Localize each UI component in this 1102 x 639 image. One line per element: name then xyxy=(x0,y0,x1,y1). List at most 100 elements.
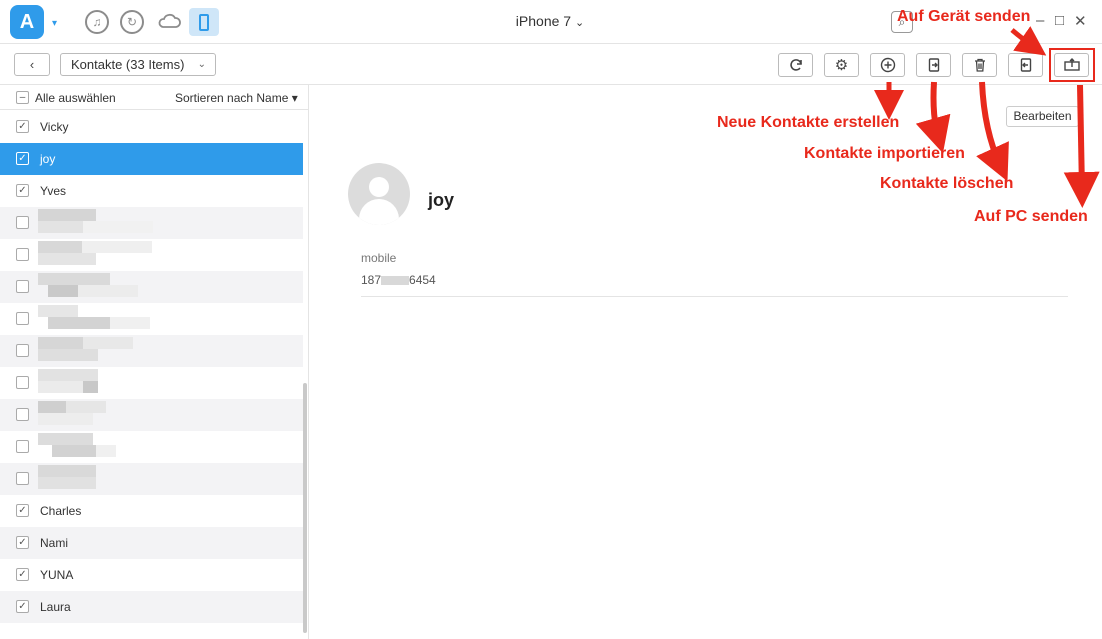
settings-icon: ⚙ xyxy=(834,57,849,74)
contact-checkbox[interactable]: ✓ xyxy=(16,120,29,133)
arrow-delete xyxy=(976,81,1009,182)
maximize-button[interactable]: □ xyxy=(1055,12,1064,29)
list-scrollbar[interactable] xyxy=(303,383,307,633)
contact-name: Nami xyxy=(40,536,69,550)
contact-row[interactable] xyxy=(0,271,303,303)
pixelated-name xyxy=(38,241,153,269)
avatar xyxy=(348,163,410,225)
sort-dropdown[interactable]: Sortieren nach Name ▾ xyxy=(175,91,298,105)
sort-label: Sortieren nach Name xyxy=(175,91,289,105)
contact-checkbox[interactable] xyxy=(16,408,29,421)
redacted-digits xyxy=(381,276,410,285)
contact-checkbox[interactable] xyxy=(16,344,29,357)
list-header: – Alle auswählen Sortieren nach Name ▾ xyxy=(0,85,309,110)
contact-row[interactable] xyxy=(0,367,303,399)
chevron-down-icon: ▾ xyxy=(291,91,298,105)
contact-checkbox[interactable] xyxy=(16,248,29,261)
contact-checkbox[interactable]: ✓ xyxy=(16,152,29,165)
send-to-pc-highlight xyxy=(1049,48,1095,82)
chevron-down-icon: ⌄ xyxy=(574,17,585,29)
contact-checkbox[interactable] xyxy=(16,312,29,325)
contact-name: Vicky xyxy=(40,120,69,134)
history-icon[interactable]: ↻ xyxy=(120,10,144,34)
contact-row[interactable] xyxy=(0,207,303,239)
contact-row[interactable] xyxy=(0,399,303,431)
logo-menu-caret-icon[interactable]: ▾ xyxy=(52,18,57,29)
annotation-delete-contacts: Kontakte löschen xyxy=(880,175,1014,192)
phone-field-label: mobile xyxy=(361,251,397,265)
annotation-send-pc: Auf PC senden xyxy=(974,208,1088,225)
import-icon xyxy=(928,58,939,72)
edit-button[interactable]: Bearbeiten xyxy=(1006,106,1079,127)
app-logo-icon[interactable]: A xyxy=(10,5,44,39)
contact-name: Charles xyxy=(40,504,82,518)
phone-value-suffix: 6454 xyxy=(409,273,436,287)
pixelated-name xyxy=(38,401,153,429)
pixelated-name xyxy=(38,337,153,365)
contact-row[interactable]: ✓ Charles xyxy=(0,495,303,527)
contact-checkbox[interactable]: ✓ xyxy=(16,600,29,613)
music-icon[interactable]: ♫ xyxy=(85,10,109,34)
import-button[interactable] xyxy=(916,53,951,77)
contact-name: Laura xyxy=(40,600,71,614)
contact-row[interactable]: ✓ Vicky xyxy=(0,111,303,143)
contact-checkbox[interactable]: ✓ xyxy=(16,504,29,517)
contact-checkbox[interactable]: ✓ xyxy=(16,184,29,197)
add-icon xyxy=(880,57,895,73)
category-select[interactable]: Kontakte (33 Items) ⌄ xyxy=(60,53,216,76)
contact-row[interactable] xyxy=(0,239,303,271)
delete-button[interactable] xyxy=(962,53,997,77)
back-button[interactable]: ‹ xyxy=(14,53,50,76)
contact-row[interactable] xyxy=(0,463,303,495)
category-label: Kontakte (33 Items) xyxy=(71,57,185,72)
contact-name: joy xyxy=(40,152,56,166)
contact-checkbox[interactable] xyxy=(16,280,29,293)
minimize-button[interactable]: – xyxy=(1036,12,1044,29)
settings-button[interactable]: ⚙ xyxy=(824,53,859,77)
contact-checkbox[interactable] xyxy=(16,376,29,389)
contact-checkbox[interactable]: ✓ xyxy=(16,536,29,549)
phone-icon xyxy=(199,13,209,31)
contact-row[interactable]: ✓ Laura xyxy=(0,591,303,623)
pixelated-name xyxy=(38,273,153,301)
contact-row[interactable] xyxy=(0,335,303,367)
phone-field-value: 187 6454 xyxy=(361,273,436,287)
arrow-send-pc xyxy=(1063,84,1100,208)
pixelated-name xyxy=(38,209,153,237)
contact-row[interactable]: ✓ Nami xyxy=(0,527,303,559)
contact-checkbox[interactable]: ✓ xyxy=(16,568,29,581)
select-all-label[interactable]: Alle auswählen xyxy=(35,91,116,105)
annotation-import-contacts: Kontakte importieren xyxy=(804,145,965,162)
contact-list-panel: – Alle auswählen Sortieren nach Name ▾ ✓… xyxy=(0,85,309,639)
contact-row[interactable]: ✓ YUNA xyxy=(0,559,303,591)
arrow-import xyxy=(915,81,951,154)
pixelated-name xyxy=(38,369,153,397)
contact-row-selected[interactable]: ✓ joy xyxy=(0,143,303,175)
pixelated-name xyxy=(38,465,153,493)
toolbar: ‹ Kontakte (33 Items) ⌄ ⚙ xyxy=(0,45,1102,85)
pixelated-name xyxy=(38,305,153,333)
contact-checkbox[interactable] xyxy=(16,440,29,453)
device-title: iPhone 7 xyxy=(515,13,572,29)
close-button[interactable]: ✕ xyxy=(1074,12,1087,30)
phone-value-prefix: 187 xyxy=(361,273,382,287)
refresh-button[interactable] xyxy=(778,53,813,77)
add-contact-button[interactable] xyxy=(870,53,905,77)
delete-icon xyxy=(974,58,985,72)
contact-checkbox[interactable] xyxy=(16,216,29,229)
contact-checkbox[interactable] xyxy=(16,472,29,485)
phone-tab[interactable] xyxy=(189,8,219,36)
contact-name: YUNA xyxy=(40,568,74,582)
refresh-icon xyxy=(789,59,802,71)
divider xyxy=(361,296,1068,297)
cloud-icon[interactable] xyxy=(156,10,182,32)
contact-row[interactable] xyxy=(0,431,303,463)
chevron-down-icon: ⌄ xyxy=(197,59,206,70)
contact-row[interactable] xyxy=(0,303,303,335)
send-to-device-icon xyxy=(1020,58,1031,72)
device-selector[interactable]: iPhone 7 ⌄ xyxy=(480,13,620,29)
contact-row[interactable]: ✓ Yves xyxy=(0,175,303,207)
contact-name: Yves xyxy=(40,184,67,198)
select-all-checkbox[interactable]: – xyxy=(16,91,29,104)
send-to-device-button[interactable] xyxy=(1008,53,1043,77)
